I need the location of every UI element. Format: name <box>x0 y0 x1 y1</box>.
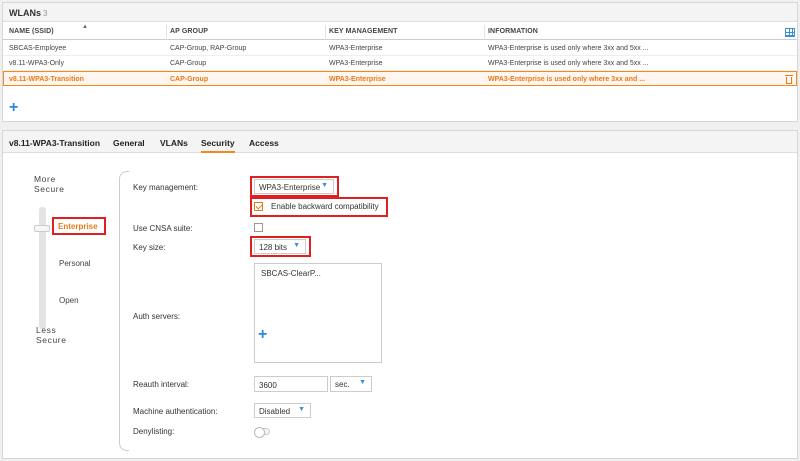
selected-ssid-title: v8.11-WPA3-Transition <box>9 138 101 148</box>
cell-information: WPA3-Enterprise is used only where 3xx a… <box>488 45 649 52</box>
cell-name: SBCAS-Employee <box>9 45 67 52</box>
tab-general[interactable]: General <box>113 138 145 148</box>
wlan-title-bar <box>3 3 797 22</box>
machine-auth-select[interactable]: Disabled ▼ <box>254 403 311 418</box>
level-personal[interactable]: Personal <box>59 259 91 268</box>
cell-name: v8.11-WPA3-Transition <box>9 76 84 83</box>
less-secure-line2: Secure <box>36 335 67 345</box>
more-secure-line2: Secure <box>34 184 65 194</box>
machine-auth-label: Machine authentication: <box>133 407 218 416</box>
column-header-name[interactable]: NAME (SSID) <box>9 28 54 35</box>
wlan-title: WLANs 3 <box>9 8 47 18</box>
cell-ap-group: CAP-Group, RAP-Group <box>170 45 247 52</box>
highlight-box <box>250 236 311 257</box>
column-divider <box>484 25 485 40</box>
wlan-detail-panel: v8.11-WPA3-Transition General VLANs Secu… <box>2 130 798 459</box>
highlight-box <box>250 197 388 217</box>
security-slider-handle[interactable] <box>34 225 50 232</box>
column-settings-icon[interactable] <box>785 28 795 37</box>
auth-servers-list: SBCAS-ClearP... + <box>254 263 382 363</box>
cell-information: WPA3-Enterprise is used only where 3xx a… <box>488 60 649 67</box>
denylisting-label: Denylisting: <box>133 427 175 436</box>
highlight-box <box>52 217 106 235</box>
cell-key-management: WPA3-Enterprise <box>329 60 383 67</box>
less-secure-line1: Less <box>36 325 57 335</box>
cnsa-checkbox[interactable] <box>254 223 263 232</box>
table-row-selected[interactable]: v8.11-WPA3-Transition CAP-Group WPA3-Ent… <box>3 71 797 86</box>
cell-information: WPA3-Enterprise is used only where 3xx a… <box>488 76 646 83</box>
machine-auth-value: Disabled <box>259 407 291 416</box>
tab-access[interactable]: Access <box>249 138 279 148</box>
tab-security[interactable]: Security <box>201 138 235 153</box>
denylisting-toggle[interactable] <box>254 427 270 438</box>
table-row[interactable]: SBCAS-Employee CAP-Group, RAP-Group WPA3… <box>3 41 797 56</box>
wlan-panel: WLANs 3 NAME (SSID) ▲ AP GROUP KEY MANAGE… <box>2 2 798 122</box>
chevron-down-icon: ▼ <box>359 379 366 386</box>
cell-key-management: WPA3-Enterprise <box>329 45 383 52</box>
more-secure-line1: More <box>34 174 56 184</box>
table-row[interactable]: v8.11-WPA3-Only CAP-Group WPA3-Enterpris… <box>3 56 797 71</box>
column-divider <box>325 25 326 40</box>
cell-key-management: WPA3-Enterprise <box>329 76 386 83</box>
auth-servers-label: Auth servers: <box>133 312 181 321</box>
trash-icon[interactable] <box>785 74 793 84</box>
wlan-count: 3 <box>43 9 48 18</box>
column-header-key-management[interactable]: KEY MANAGEMENT <box>329 28 398 35</box>
chevron-down-icon: ▼ <box>298 406 305 413</box>
tab-vlans[interactable]: VLANs <box>160 138 188 148</box>
cnsa-label: Use CNSA suite: <box>133 224 193 233</box>
less-secure-label: Less Secure <box>36 325 67 345</box>
column-divider <box>166 25 167 40</box>
reauth-interval-input[interactable]: 3600 <box>254 376 328 392</box>
column-header-ap-group[interactable]: AP GROUP <box>170 28 208 35</box>
cell-ap-group: CAP-Group <box>170 76 209 83</box>
reauth-unit-select[interactable]: sec. ▼ <box>330 376 372 392</box>
more-secure-label: More Secure <box>34 174 65 194</box>
column-header-information[interactable]: INFORMATION <box>488 28 538 35</box>
key-management-label: Key management: <box>133 183 198 192</box>
sort-ascending-icon[interactable]: ▲ <box>82 24 88 30</box>
tab-bar: v8.11-WPA3-Transition General VLANs Secu… <box>3 131 797 153</box>
level-open[interactable]: Open <box>59 296 79 305</box>
add-auth-server-button[interactable]: + <box>258 327 267 343</box>
wlan-title-text: WLANs <box>9 8 41 18</box>
add-wlan-button[interactable]: + <box>9 100 18 116</box>
reauth-interval-label: Reauth interval: <box>133 380 190 389</box>
list-item[interactable]: SBCAS-ClearP... <box>261 269 321 278</box>
cell-ap-group: CAP-Group <box>170 60 207 67</box>
cell-name: v8.11-WPA3-Only <box>9 60 64 67</box>
reauth-unit-value: sec. <box>335 380 350 389</box>
table-header: NAME (SSID) ▲ AP GROUP KEY MANAGEMENT IN… <box>3 24 797 40</box>
highlight-box <box>250 176 339 197</box>
form-bracket <box>119 171 129 451</box>
key-size-label: Key size: <box>133 243 166 252</box>
